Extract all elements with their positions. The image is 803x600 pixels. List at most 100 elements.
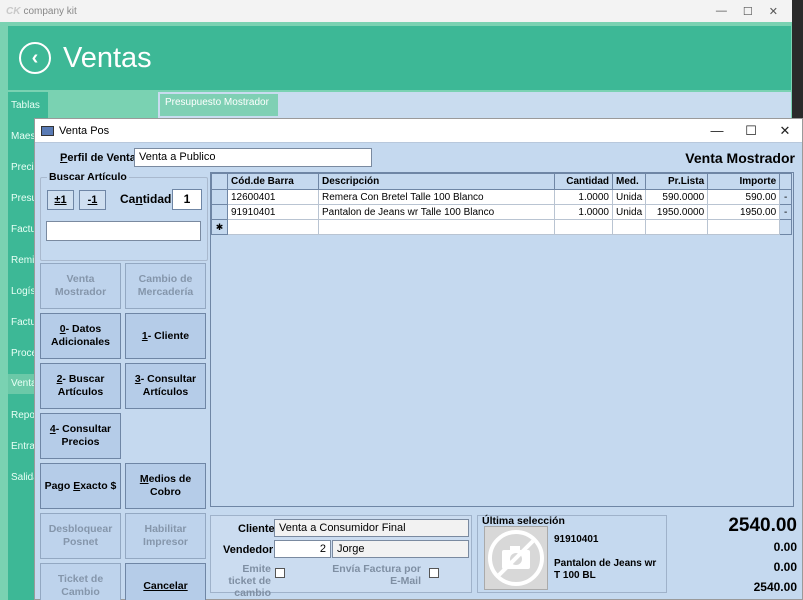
tab-presupuesto-mostrador[interactable]: Presupuesto Mostrador: [160, 94, 278, 116]
maximize-button[interactable]: ☐: [734, 123, 768, 139]
envia-factura-label: Envía Factura por E-Mail: [332, 563, 421, 587]
background-content: Presupuesto Mostrador: [158, 92, 791, 120]
sidebar-item[interactable]: Factu: [11, 224, 36, 235]
emite-ticket-label: Emite ticket de cambio: [228, 563, 271, 599]
cell-descripcion[interactable]: Remera Con Bretel Talle 100 Blanco: [318, 189, 555, 205]
cell-empty[interactable]: [645, 219, 709, 235]
sidebar-item[interactable]: Entra: [11, 441, 35, 452]
ultima-seleccion-descripcion: Pantalon de Jeans wr T 100 BL: [554, 558, 657, 581]
cell-codigo[interactable]: 12600401: [227, 189, 319, 205]
window-controls: — ☐ ✕: [700, 123, 802, 139]
window-titlebar: Venta Pos — ☐ ✕: [35, 119, 802, 142]
venta-mostrador-button[interactable]: Venta Mostrador: [40, 263, 121, 309]
row-remove-button[interactable]: -: [779, 204, 793, 220]
cell-empty[interactable]: [707, 219, 781, 235]
cell-codigo[interactable]: 91910401: [227, 204, 319, 220]
table-new-row[interactable]: ✱: [211, 219, 793, 235]
cell-importe[interactable]: 1950.00: [707, 204, 781, 220]
consultar-articulos-button[interactable]: 3- Consultar Artículos: [125, 363, 206, 409]
cell-cantidad[interactable]: 1.0000: [554, 189, 613, 205]
pago-exacto-button[interactable]: Pago Exacto $: [40, 463, 121, 509]
medios-cobro-button[interactable]: Medios de Cobro: [125, 463, 206, 509]
buscar-articulo-legend: Buscar Artículo: [47, 171, 129, 183]
perfil-venta-field[interactable]: Venta a Publico: [134, 148, 372, 167]
column-header-precio-lista[interactable]: Pr.Lista: [645, 173, 709, 190]
minus-one-button[interactable]: -1: [79, 190, 106, 210]
desbloquear-posnet-button[interactable]: Desbloquear Posnet: [40, 513, 121, 559]
back-arrow-icon[interactable]: ‹: [19, 42, 51, 74]
row-header-corner: [211, 173, 228, 190]
window-body: Perfil de Venta Venta a Publico Venta Mo…: [35, 142, 802, 600]
cell-importe[interactable]: 590.00: [707, 189, 781, 205]
row-action-cell: [779, 219, 793, 235]
vendedor-code-field[interactable]: 2: [274, 540, 331, 558]
sidebar-item[interactable]: Factu: [11, 317, 36, 328]
datos-adicionales-button[interactable]: 0- Datos Adicionales: [40, 313, 121, 359]
ultima-seleccion-codigo: 91910401: [554, 534, 599, 545]
total-line-4: 2540.00: [753, 580, 797, 594]
sidebar-item[interactable]: Tablas: [11, 100, 40, 111]
cell-descripcion[interactable]: Pantalon de Jeans wr Talle 100 Blanco: [318, 204, 555, 220]
column-header-medida[interactable]: Med.: [611, 173, 647, 190]
cantidad-label: Cantidad: [120, 192, 172, 206]
cell-empty[interactable]: [318, 219, 555, 235]
minimize-button[interactable]: —: [700, 123, 734, 139]
habilitar-impresor-button[interactable]: Habilitar Impresor: [125, 513, 206, 559]
app-logo-icon: CK: [6, 5, 21, 17]
ultima-seleccion-panel: Última selección 91910401 Pantalon de Je…: [477, 515, 667, 593]
background-app-title: company kit: [23, 5, 77, 17]
cancelar-button[interactable]: Cancelar: [125, 563, 206, 600]
column-header-importe[interactable]: Importe: [707, 173, 781, 190]
background-window-controls: — ☐ ✕: [716, 5, 792, 18]
cliente-label: Cliente: [238, 523, 275, 535]
envia-factura-checkbox[interactable]: [429, 568, 439, 578]
plus-one-button[interactable]: ±1: [47, 190, 74, 210]
cell-precio-lista[interactable]: 1950.0000: [645, 204, 709, 220]
column-header-cantidad[interactable]: Cantidad: [554, 173, 613, 190]
cambio-mercaderia-button[interactable]: Cambio de Mercadería: [125, 263, 206, 309]
buscar-articulo-input[interactable]: [46, 221, 201, 241]
background-titlebar: CK company kit — ☐ ✕: [0, 0, 792, 22]
background-close-button[interactable]: ✕: [769, 5, 778, 18]
total-line-3: 0.00: [773, 560, 797, 574]
total-line-2: 0.00: [773, 540, 797, 554]
buscar-articulos-button[interactable]: 2- Buscar Artículos: [40, 363, 121, 409]
items-table: Cód.de Barra Descripción Cantidad Med. P…: [211, 173, 793, 235]
cantidad-input[interactable]: 1: [172, 189, 202, 210]
background-maximize-button[interactable]: ☐: [743, 5, 753, 18]
no-photo-icon: [484, 526, 548, 590]
table-row[interactable]: 12600401 Remera Con Bretel Talle 100 Bla…: [211, 189, 793, 205]
ticket-cambio-button[interactable]: Ticket de Cambio: [40, 563, 121, 600]
table-header-row: Cód.de Barra Descripción Cantidad Med. P…: [211, 173, 793, 190]
page-title: Venta Mostrador: [685, 150, 795, 166]
cell-empty[interactable]: [554, 219, 613, 235]
column-header-descripcion[interactable]: Descripción: [318, 173, 555, 190]
row-header[interactable]: [211, 204, 228, 220]
table-row[interactable]: 91910401 Pantalon de Jeans wr Talle 100 …: [211, 204, 793, 220]
cell-empty[interactable]: [227, 219, 319, 235]
vendedor-name-field: Jorge: [332, 540, 469, 558]
column-header-codigo[interactable]: Cód.de Barra: [227, 173, 319, 190]
row-header[interactable]: [211, 189, 228, 205]
background-minimize-button[interactable]: —: [716, 5, 727, 18]
cell-empty[interactable]: [611, 219, 647, 235]
sidebar-item[interactable]: Preci: [11, 162, 34, 173]
cell-medida[interactable]: Unida: [611, 204, 647, 220]
items-grid: Cód.de Barra Descripción Cantidad Med. P…: [210, 172, 794, 507]
venta-pos-window: Venta Pos — ☐ ✕ Perfil de Venta Venta a …: [34, 118, 803, 600]
cliente-field[interactable]: Venta a Consumidor Final: [274, 519, 469, 537]
row-remove-button[interactable]: -: [779, 189, 793, 205]
sidebar-item[interactable]: Maes: [11, 131, 35, 142]
consultar-precios-button[interactable]: 4- Consultar Precios: [40, 413, 121, 459]
new-row-icon: ✱: [211, 219, 228, 235]
close-button[interactable]: ✕: [768, 123, 802, 139]
background-page-title: Ventas: [63, 41, 152, 74]
sidebar-item[interactable]: Repo: [11, 410, 35, 421]
cell-cantidad[interactable]: 1.0000: [554, 204, 613, 220]
cell-medida[interactable]: Unida: [611, 189, 647, 205]
cell-precio-lista[interactable]: 590.0000: [645, 189, 709, 205]
emite-ticket-checkbox[interactable]: [275, 568, 285, 578]
sidebar-item[interactable]: Logís: [11, 286, 35, 297]
cliente-button[interactable]: 1- Cliente: [125, 313, 206, 359]
column-header-actions: [779, 173, 793, 190]
